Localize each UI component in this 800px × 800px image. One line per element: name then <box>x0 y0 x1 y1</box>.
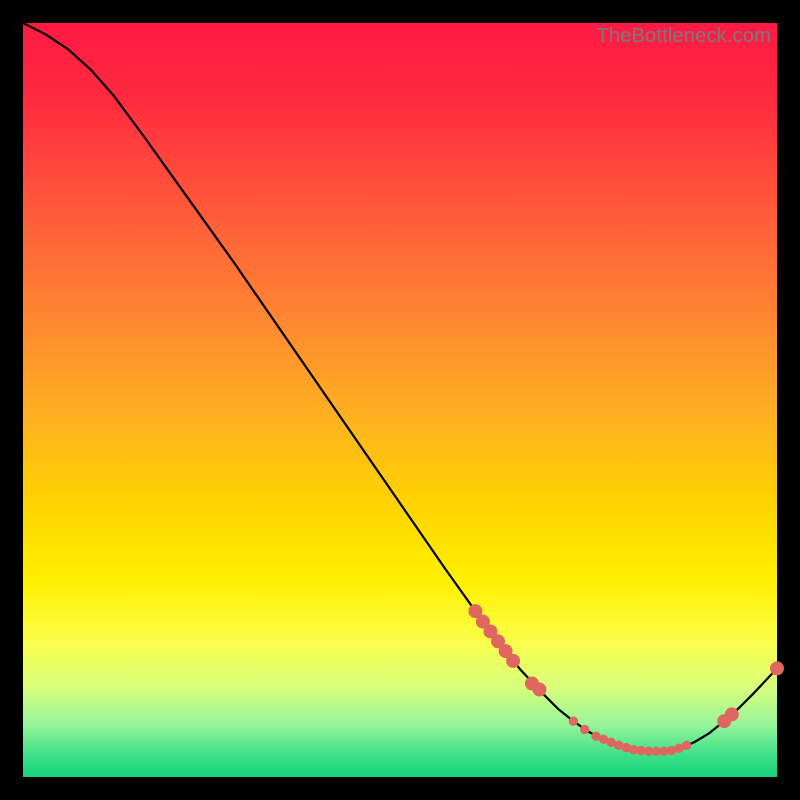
marker-small <box>569 717 577 725</box>
chart-frame: TheBottleneck.com <box>0 0 800 800</box>
marker-big <box>533 683 546 696</box>
marker-small <box>581 725 589 733</box>
markers-small <box>569 717 691 756</box>
curve-line <box>23 23 777 751</box>
chart-svg <box>23 23 777 777</box>
marker-small <box>682 741 690 749</box>
markers-big <box>469 605 784 728</box>
plot-area: TheBottleneck.com <box>23 23 777 777</box>
marker-big <box>507 654 520 667</box>
marker-big <box>771 662 784 675</box>
marker-big <box>725 708 738 721</box>
